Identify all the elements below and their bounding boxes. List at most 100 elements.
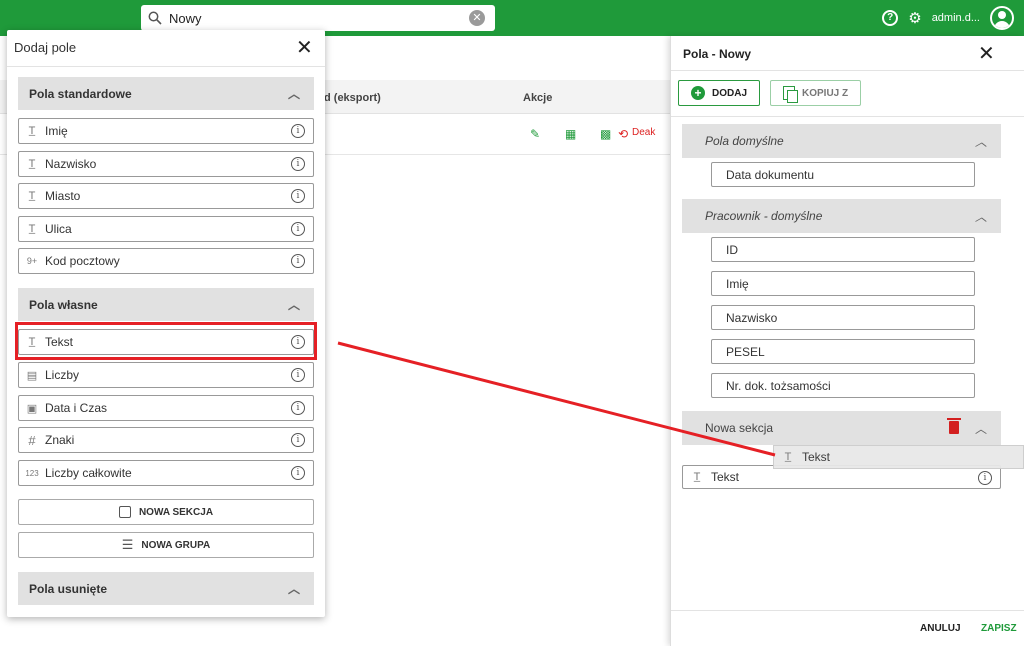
field-label: Ulica bbox=[45, 222, 72, 236]
section-deleted-fields[interactable]: Pola usunięte ︿ bbox=[18, 572, 314, 605]
field-label: Tekst bbox=[711, 470, 740, 484]
search-box[interactable]: Nowy ✕ bbox=[141, 5, 495, 31]
field-characters[interactable]: # Znaki i bbox=[18, 427, 314, 453]
close-icon[interactable]: ✕ bbox=[296, 38, 313, 58]
copy-from-button[interactable]: KOPIUJ Z bbox=[770, 80, 862, 106]
button-label: KOPIUJ Z bbox=[802, 87, 849, 99]
integer-icon: 123 bbox=[25, 468, 39, 478]
close-panel-icon[interactable]: ✕ bbox=[978, 44, 995, 64]
info-icon[interactable]: i bbox=[291, 124, 305, 138]
field-postal-code[interactable]: 9+ Kod pocztowy i bbox=[18, 248, 314, 274]
deactivate-icon[interactable]: ⟲ bbox=[618, 127, 628, 141]
divider bbox=[7, 66, 325, 67]
field-street[interactable]: T̲ Ulica i bbox=[18, 216, 314, 242]
section-title: Pola standardowe bbox=[29, 86, 132, 101]
postal-code-icon: 9+ bbox=[26, 256, 38, 266]
section-standard-fields[interactable]: Pola standardowe ︿ bbox=[18, 77, 314, 110]
cancel-button[interactable]: ANULUJ bbox=[920, 623, 961, 634]
section-icon bbox=[118, 506, 131, 518]
info-icon[interactable]: i bbox=[291, 368, 305, 382]
section-custom-fields[interactable]: Pola własne ︿ bbox=[18, 288, 314, 321]
field-last-name[interactable]: Nazwisko bbox=[711, 305, 975, 330]
button-label: NOWA GRUPA bbox=[141, 539, 211, 551]
info-icon[interactable]: i bbox=[291, 466, 305, 480]
field-label: Kod pocztowy bbox=[45, 254, 120, 268]
section-title: Pola własne bbox=[29, 297, 98, 312]
search-icon bbox=[141, 11, 169, 25]
dialog-title: Dodaj pole bbox=[14, 40, 77, 55]
help-icon[interactable]: ? bbox=[882, 10, 899, 26]
column-header-actions: Akcje bbox=[523, 92, 553, 104]
gear-icon[interactable]: ⚙ bbox=[908, 9, 921, 27]
info-icon[interactable]: i bbox=[978, 471, 992, 485]
field-label: Znaki bbox=[45, 433, 75, 447]
chevron-up-icon[interactable]: ︿ bbox=[288, 580, 300, 597]
field-city[interactable]: T̲ Miasto i bbox=[18, 183, 314, 209]
field-first-name[interactable]: T̲ Imię i bbox=[18, 118, 314, 144]
field-date-time[interactable]: ▣ Data i Czas i bbox=[18, 395, 314, 421]
add-button[interactable]: + DODAJ bbox=[678, 80, 761, 106]
chevron-up-icon[interactable]: ︿ bbox=[975, 208, 987, 225]
column-header-export: d (eksport) bbox=[324, 92, 381, 104]
field-label: Data i Czas bbox=[45, 401, 108, 415]
field-id-document-number[interactable]: Nr. dok. tożsamości bbox=[711, 373, 975, 398]
calendar-icon: ▣ bbox=[26, 402, 38, 415]
text-field-icon: T̲ bbox=[784, 451, 792, 463]
section-title: Nowa sekcja bbox=[705, 421, 774, 435]
section-title: Pola domyślne bbox=[705, 134, 784, 148]
section-employee-default[interactable]: Pracownik - domyślne ︿ bbox=[682, 199, 1001, 233]
chevron-up-icon[interactable]: ︿ bbox=[288, 296, 300, 313]
field-first-name[interactable]: Imię bbox=[711, 271, 975, 296]
new-group-button[interactable]: ☰ NOWA GRUPA bbox=[18, 532, 314, 558]
text-field-icon: T̲ bbox=[28, 125, 36, 137]
number-field-icon: ▤ bbox=[26, 369, 38, 382]
info-icon[interactable]: i bbox=[291, 222, 305, 236]
field-last-name[interactable]: T̲ Nazwisko i bbox=[18, 151, 314, 177]
field-label: Nazwisko bbox=[45, 157, 97, 171]
section-default-fields[interactable]: Pola domyślne ︿ bbox=[682, 124, 1001, 158]
deactivate-label[interactable]: Deak bbox=[632, 127, 655, 138]
field-id[interactable]: ID bbox=[711, 237, 975, 262]
button-label: NOWA SEKCJA bbox=[138, 506, 214, 518]
edit-icon[interactable]: ✎ bbox=[530, 127, 540, 141]
qr-code-icon[interactable]: ▩ bbox=[600, 127, 611, 141]
chevron-up-icon[interactable]: ︿ bbox=[288, 85, 300, 102]
field-label: Liczby całkowite bbox=[45, 466, 132, 480]
info-icon[interactable]: i bbox=[291, 254, 305, 268]
text-field-icon: T̲ bbox=[28, 158, 36, 170]
field-pesel[interactable]: PESEL bbox=[711, 339, 975, 364]
section-new[interactable]: Nowa sekcja ︿ bbox=[682, 411, 1001, 445]
field-label: Miasto bbox=[45, 189, 81, 203]
info-icon[interactable]: i bbox=[291, 157, 305, 171]
user-name[interactable]: admin.d... bbox=[932, 12, 980, 24]
field-integers[interactable]: 123 Liczby całkowite i bbox=[18, 460, 314, 486]
button-label: DODAJ bbox=[712, 87, 748, 99]
divider bbox=[671, 116, 1024, 117]
divider bbox=[671, 610, 1024, 611]
clear-search-icon[interactable]: ✕ bbox=[469, 10, 485, 26]
search-input[interactable]: Nowy bbox=[169, 11, 469, 26]
new-section-button[interactable]: NOWA SEKCJA bbox=[18, 499, 314, 525]
table-icon[interactable]: ▦ bbox=[565, 127, 576, 141]
info-icon[interactable]: i bbox=[291, 189, 305, 203]
field-document-date[interactable]: Data dokumentu bbox=[711, 162, 975, 187]
text-field-icon: T̲ bbox=[693, 471, 701, 483]
highlight-box bbox=[15, 322, 317, 360]
trash-icon[interactable] bbox=[947, 418, 961, 434]
panel-title: Pola - Nowy bbox=[683, 47, 752, 61]
info-icon[interactable]: i bbox=[291, 433, 305, 447]
fields-panel: Pola - Nowy ✕ + DODAJ KOPIUJ Z Pola domy… bbox=[670, 36, 1024, 646]
hash-icon: # bbox=[28, 432, 36, 448]
chevron-up-icon[interactable]: ︿ bbox=[975, 133, 987, 150]
section-title: Pracownik - domyślne bbox=[705, 209, 823, 223]
avatar-icon[interactable] bbox=[990, 6, 1014, 30]
drag-ghost[interactable]: T̲ Tekst bbox=[773, 445, 1024, 469]
plus-icon: + bbox=[691, 86, 705, 100]
save-button[interactable]: ZAPISZ bbox=[981, 623, 1017, 634]
info-icon[interactable]: i bbox=[291, 401, 305, 415]
list-icon: ☰ bbox=[121, 537, 134, 552]
text-field-icon: T̲ bbox=[28, 190, 36, 202]
chevron-up-icon[interactable]: ︿ bbox=[975, 420, 987, 437]
section-title: Pola usunięte bbox=[29, 581, 108, 596]
field-numbers[interactable]: ▤ Liczby i bbox=[18, 362, 314, 388]
